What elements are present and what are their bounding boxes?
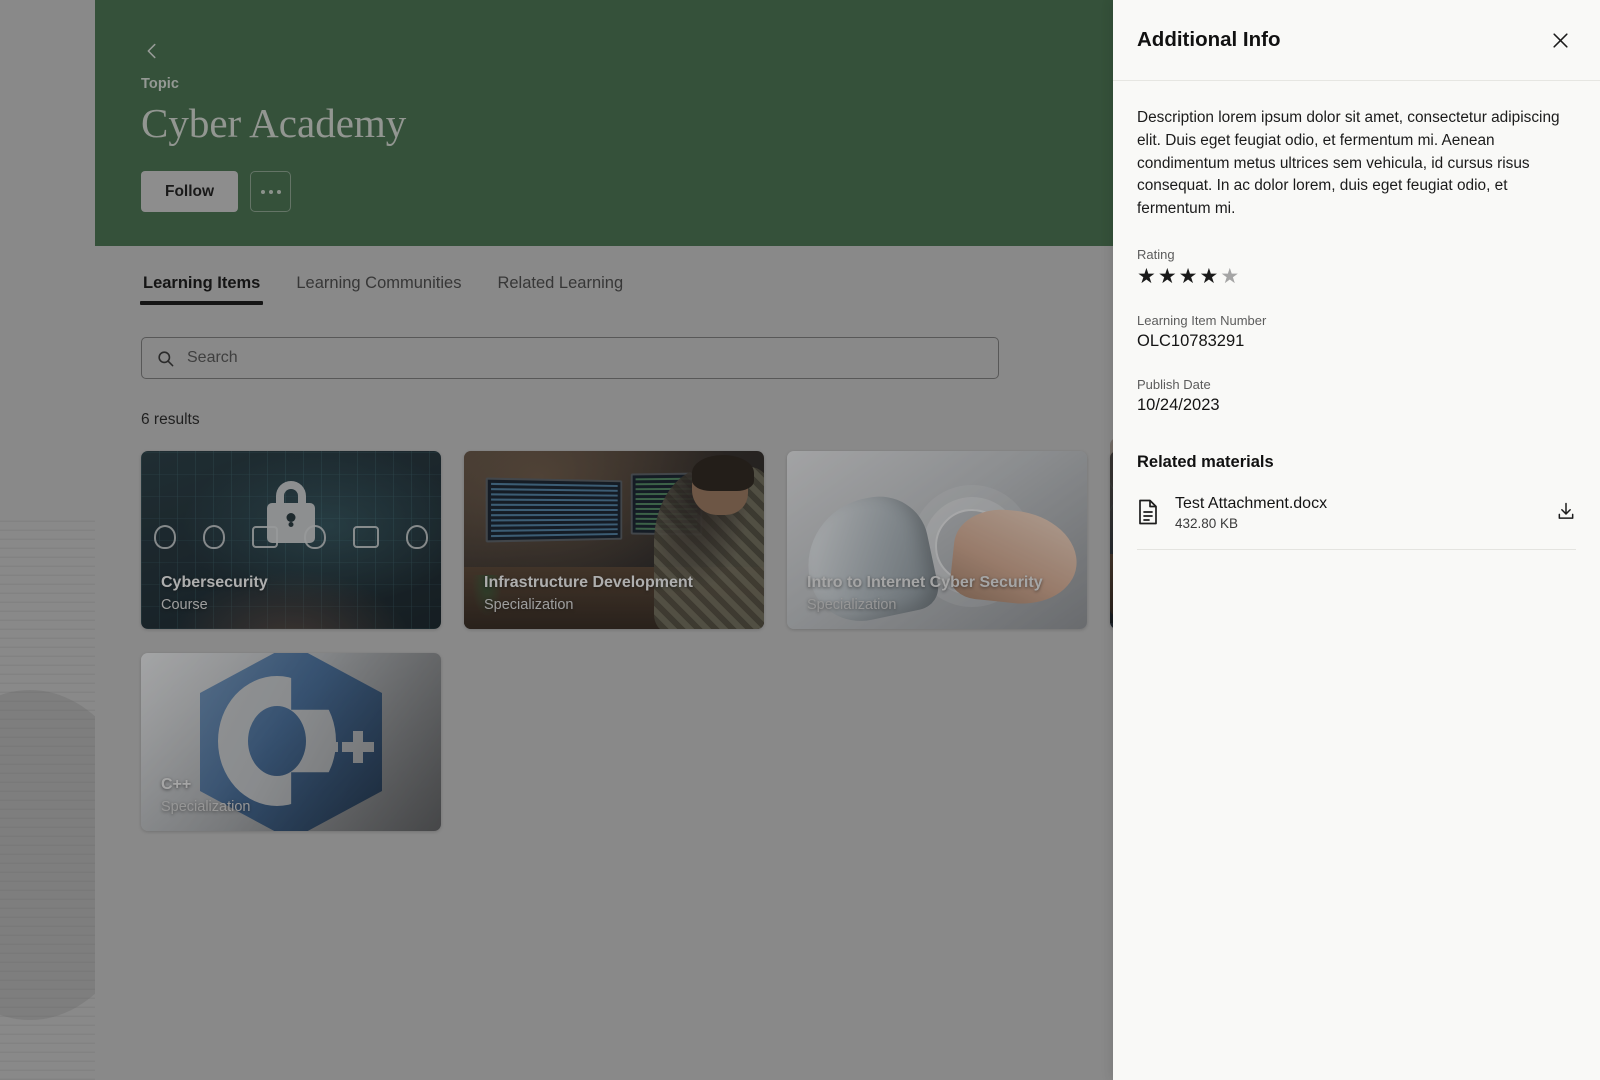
learning-card-infrastructure-development[interactable]: Infrastructure Development Specializatio… xyxy=(464,451,764,629)
card-title: Intro to Internet Cyber Security xyxy=(807,573,1043,591)
publish-date-field: Publish Date 10/24/2023 xyxy=(1137,377,1576,415)
page-root: Topic Cyber Academy Follow Learning Item… xyxy=(0,0,1600,1080)
star-filled: ★ xyxy=(1137,264,1156,288)
card-type: Specialization xyxy=(161,799,251,815)
learning-card-cpp[interactable]: C++ Specialization xyxy=(141,653,441,831)
publish-date-value: 10/24/2023 xyxy=(1137,395,1220,414)
drawer-body: Description lorem ipsum dolor sit amet, … xyxy=(1113,81,1600,550)
background-texture xyxy=(0,520,95,1080)
close-icon[interactable] xyxy=(1546,26,1574,54)
star-filled: ★ xyxy=(1178,264,1198,288)
ellipsis-dot xyxy=(276,189,281,194)
card-type: Specialization xyxy=(484,597,574,613)
card-title: C++ xyxy=(161,775,192,793)
card-title: Infrastructure Development xyxy=(484,573,693,591)
additional-info-drawer: Additional Info Description lorem ipsum … xyxy=(1113,0,1600,1080)
star-filled: ★ xyxy=(1199,264,1219,288)
rating-label: Rating xyxy=(1137,246,1175,262)
email-icon xyxy=(352,526,379,548)
tab-learning-items[interactable]: Learning Items xyxy=(139,260,264,305)
search-bar[interactable] xyxy=(141,337,999,379)
search-icon xyxy=(158,350,174,366)
shield-icon xyxy=(154,525,177,549)
drawer-header: Additional Info xyxy=(1113,0,1600,81)
learning-item-number-label: Learning Item Number xyxy=(1137,312,1267,328)
rating-stars: ★ ★ ★ ★ ★ xyxy=(1137,266,1576,287)
security-icon-row xyxy=(141,525,441,549)
star-filled: ★ xyxy=(1157,264,1177,288)
ellipsis-dot xyxy=(268,189,273,194)
card-title: Cybersecurity xyxy=(161,573,268,591)
star-empty: ★ xyxy=(1220,264,1240,288)
tab-related-learning[interactable]: Related Learning xyxy=(495,260,625,305)
learning-card-intro-internet-cyber-security[interactable]: Intro to Internet Cyber Security Special… xyxy=(787,451,1087,629)
shield-check-icon xyxy=(405,525,428,549)
developer-hair xyxy=(692,455,754,491)
learning-card-cybersecurity[interactable]: Cybersecurity Course xyxy=(141,451,441,629)
card-type: Specialization xyxy=(807,597,897,613)
cloud-lock-icon xyxy=(202,525,225,549)
rating-field: Rating ★ ★ ★ ★ ★ xyxy=(1137,247,1576,287)
attachment-name: Test Attachment.docx xyxy=(1175,494,1328,512)
drawer-title: Additional Info xyxy=(1137,28,1281,51)
follow-button[interactable]: Follow xyxy=(141,170,239,213)
publish-date-label: Publish Date xyxy=(1137,376,1211,392)
ellipsis-dot xyxy=(260,189,265,194)
attachment-size: 432.80 KB xyxy=(1175,515,1239,531)
monitor-left xyxy=(485,477,623,543)
learning-item-number-value: OLC10783291 xyxy=(1137,331,1245,350)
related-materials-title: Related materials xyxy=(1137,452,1274,471)
search-input[interactable] xyxy=(187,349,984,367)
tab-learning-communities[interactable]: Learning Communities xyxy=(294,260,463,305)
description-text: Description lorem ipsum dolor sit amet, … xyxy=(1137,109,1560,218)
card-type: Course xyxy=(161,597,208,613)
learning-item-number-field: Learning Item Number OLC10783291 xyxy=(1137,313,1576,351)
attachment-row[interactable]: Test Attachment.docx 432.80 KB xyxy=(1137,494,1576,550)
laptop-lock-icon xyxy=(251,526,278,548)
chevron-left-icon[interactable] xyxy=(141,40,163,62)
document-icon xyxy=(1139,500,1157,525)
download-icon[interactable] xyxy=(1556,501,1576,524)
fingerprint-icon xyxy=(304,525,327,549)
more-actions-button[interactable] xyxy=(250,171,292,213)
